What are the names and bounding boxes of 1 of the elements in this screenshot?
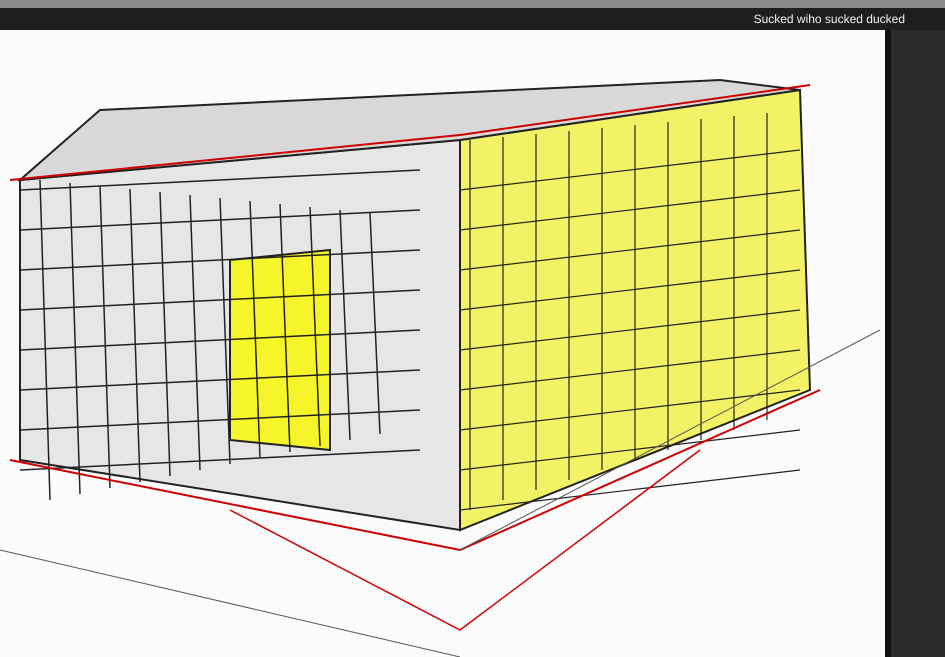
window-title: Sucked wiho sucked ducked — [754, 12, 905, 26]
